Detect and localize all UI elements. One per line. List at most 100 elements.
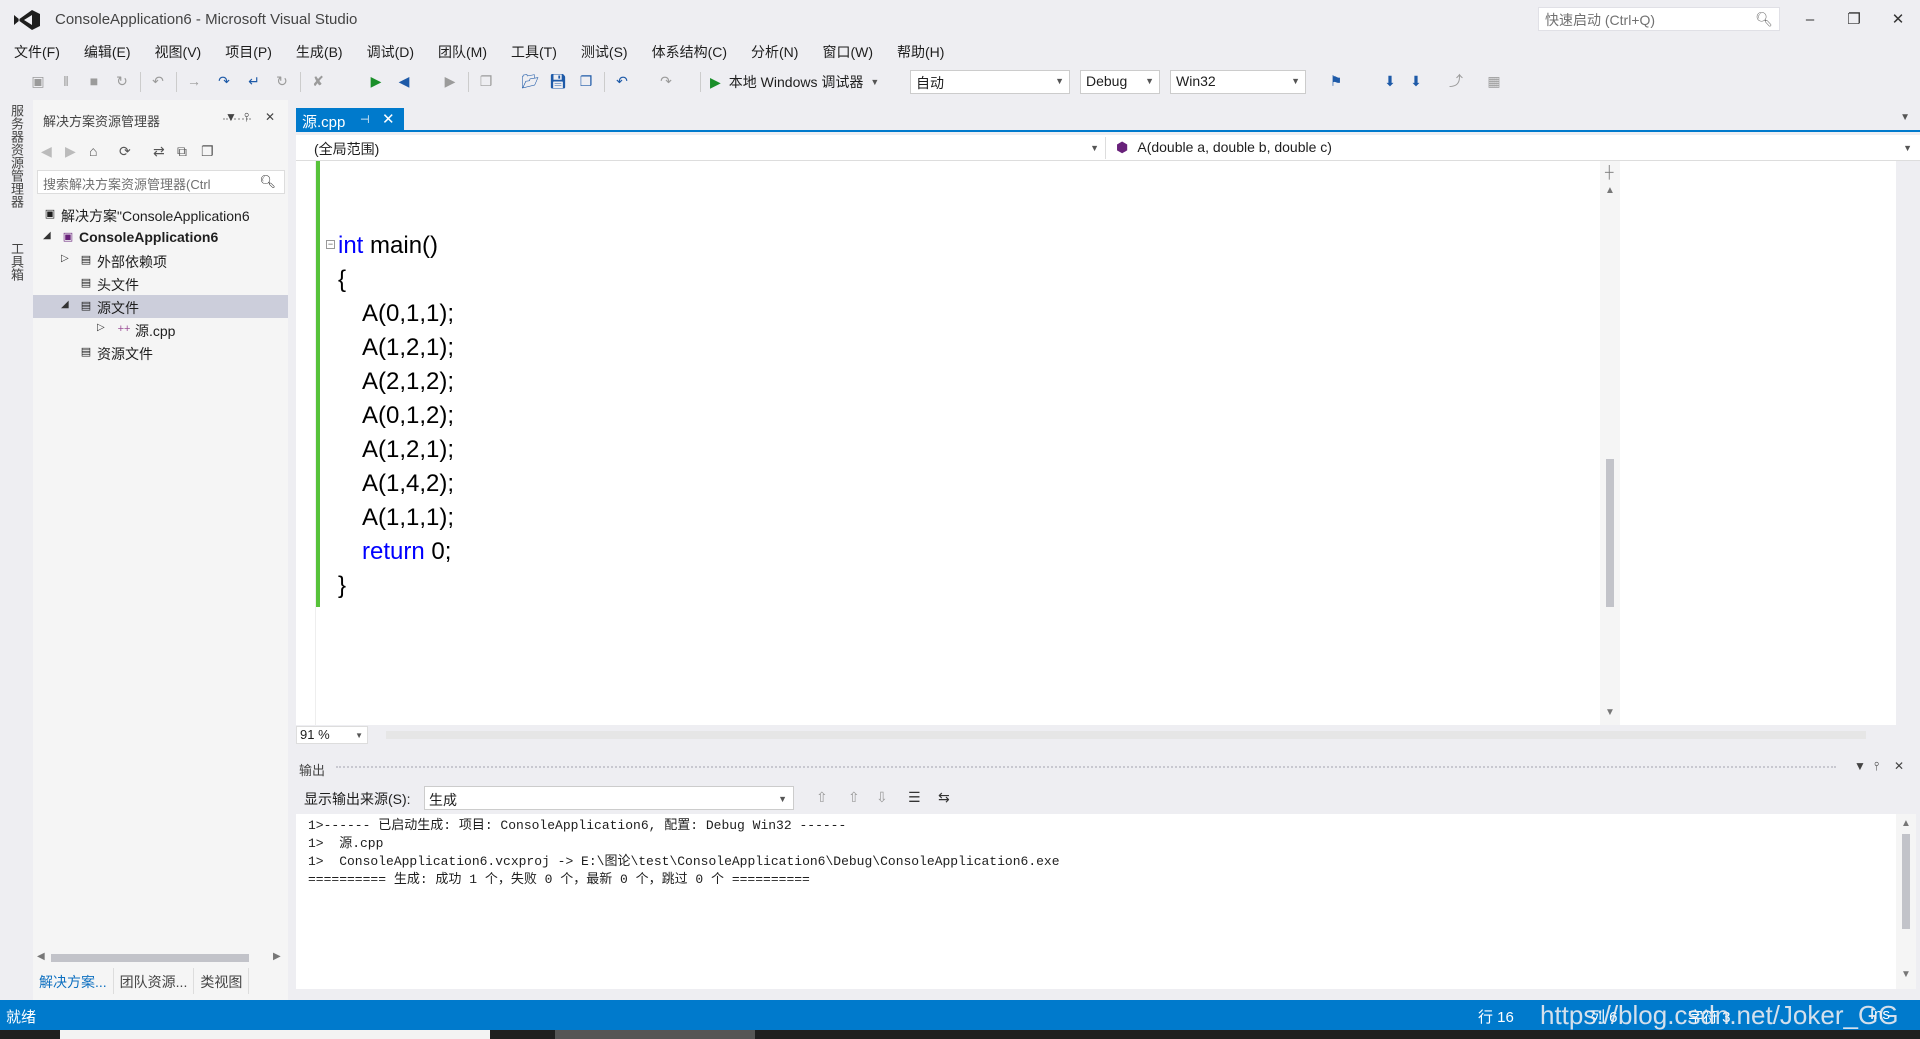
chevron-down-icon[interactable]: ▼ bbox=[225, 110, 237, 124]
clear-all-icon[interactable]: ☰ bbox=[908, 789, 921, 806]
start-debugging-button[interactable]: ▶ 本地 Windows 调试器 ▼ bbox=[710, 71, 879, 93]
tab-server-explorer[interactable]: 服务器资源管理器 bbox=[9, 104, 26, 208]
output-text[interactable]: 1>------ 已启动生成: 项目: ConsoleApplication6,… bbox=[296, 814, 1896, 989]
pin-icon[interactable]: ⫯ bbox=[1874, 759, 1879, 774]
restore-button[interactable]: ❐ bbox=[1832, 0, 1876, 38]
home-icon[interactable]: ⌂ bbox=[89, 143, 97, 159]
restart-icon[interactable]: ↻ bbox=[112, 71, 132, 91]
scroll-down-icon[interactable]: ▼ bbox=[1901, 969, 1911, 980]
tab-overflow-icon[interactable]: ▼ bbox=[1900, 112, 1910, 123]
menu-project[interactable]: 项目(P) bbox=[217, 38, 280, 64]
scroll-thumb[interactable] bbox=[51, 954, 249, 962]
tab-solution-explorer[interactable]: 解决方案... bbox=[33, 968, 114, 994]
scope-select[interactable]: (全局范围) ▼ bbox=[306, 137, 1106, 159]
stop-debugging-icon[interactable]: ■ bbox=[84, 71, 104, 91]
tab-team-explorer[interactable]: 团队资源... bbox=[114, 968, 195, 994]
tab-toolbox[interactable]: 工具箱 bbox=[9, 242, 26, 281]
panel-splitter[interactable] bbox=[288, 100, 296, 1000]
new-project-icon[interactable]: ❐ bbox=[476, 71, 496, 91]
process-icon[interactable]: ▣ bbox=[28, 71, 48, 91]
collapse-all-icon[interactable]: ⧉ bbox=[177, 143, 187, 160]
chevron-down-icon[interactable]: ▼ bbox=[1854, 759, 1866, 773]
open-file-icon[interactable]: 📂︎ bbox=[520, 71, 540, 91]
scroll-right-icon[interactable]: ▶ bbox=[273, 951, 281, 962]
next-message-icon[interactable]: ⇩ bbox=[876, 789, 888, 806]
deploy-icon[interactable]: ⬇ bbox=[1406, 71, 1426, 91]
menu-file[interactable]: 文件(F) bbox=[6, 38, 68, 64]
scroll-left-icon[interactable]: ◀ bbox=[37, 951, 45, 962]
output-vertical-scrollbar[interactable]: ▲ ▼ bbox=[1896, 814, 1916, 989]
menu-help[interactable]: 帮助(H) bbox=[889, 38, 952, 64]
hex-display-icon[interactable]: ✘ bbox=[308, 71, 328, 91]
quick-launch-input[interactable]: 快速启动 (Ctrl+Q) 🔍︎ bbox=[1538, 7, 1780, 31]
minimize-button[interactable]: – bbox=[1788, 0, 1832, 38]
editor-vertical-scrollbar[interactable]: ┼ ▲ ▼ bbox=[1600, 161, 1620, 725]
code-editor[interactable]: − int main() {A(0,1,1); A(1,2,1); A(2,1,2);… bbox=[296, 161, 1896, 725]
pin-icon[interactable]: ⫯ bbox=[244, 110, 249, 125]
redo-step-icon[interactable]: ↻ bbox=[272, 71, 292, 91]
tree-item-source-files[interactable]: ◢ ▤ 源文件 bbox=[33, 295, 288, 318]
previous-message-icon[interactable]: ⇧ bbox=[848, 789, 860, 806]
menu-debug[interactable]: 调试(D) bbox=[359, 38, 422, 64]
tab-source-cpp[interactable]: 源.cpp ⊣ ✕ bbox=[296, 108, 404, 132]
show-all-files-icon[interactable]: ❐ bbox=[201, 143, 214, 160]
step-into-icon[interactable]: → bbox=[184, 71, 204, 91]
save-all-icon[interactable]: ❐ bbox=[576, 71, 596, 91]
tab-class-view[interactable]: 类视图 bbox=[194, 968, 250, 994]
break-all-icon[interactable]: ‖ bbox=[56, 71, 76, 91]
configuration-select[interactable]: Debug ▼ bbox=[1080, 70, 1160, 94]
solution-search-input[interactable]: 搜索解决方案资源管理器(Ctrl 🔍︎ bbox=[37, 170, 285, 194]
platform-select[interactable]: Win32 ▼ bbox=[1170, 70, 1306, 94]
word-wrap-icon[interactable]: ⇆ bbox=[938, 789, 950, 806]
scroll-up-icon[interactable]: ▲ bbox=[1605, 185, 1615, 196]
close-window-button[interactable]: ✕ bbox=[1876, 0, 1920, 38]
tree-item-external-dependencies[interactable]: ▷ ▤ 外部依赖项 bbox=[33, 249, 288, 272]
start-without-debug-icon[interactable]: ▶ bbox=[366, 71, 386, 91]
save-icon[interactable]: 💾︎ bbox=[548, 71, 568, 91]
scroll-thumb[interactable] bbox=[1902, 834, 1910, 929]
navigate-forward-icon[interactable]: ▶ bbox=[440, 71, 460, 91]
menu-build[interactable]: 生成(B) bbox=[288, 38, 351, 64]
output-source-select[interactable]: 生成 ▼ bbox=[424, 786, 794, 810]
step-out-icon[interactable]: ↵ bbox=[244, 71, 264, 91]
comment-icon[interactable]: ⤴ bbox=[1446, 71, 1466, 91]
menu-team[interactable]: 团队(M) bbox=[430, 38, 495, 64]
menu-test[interactable]: 测试(S) bbox=[573, 38, 636, 64]
menu-tools[interactable]: 工具(T) bbox=[503, 38, 565, 64]
horizontal-scrollbar[interactable]: ◀ ▶ bbox=[33, 950, 288, 966]
tree-item-source-cpp[interactable]: ▷ ++ 源.cpp bbox=[33, 318, 288, 341]
zoom-select[interactable]: 91 % ▼ bbox=[296, 726, 368, 744]
menu-analyze[interactable]: 分析(N) bbox=[743, 38, 806, 64]
undo-icon[interactable]: ↶ bbox=[612, 71, 632, 91]
refresh-icon[interactable]: ⇄ bbox=[153, 143, 165, 160]
close-tab-icon[interactable]: ✕ bbox=[382, 110, 395, 128]
pin-icon[interactable]: ⊣ bbox=[360, 113, 370, 126]
menu-view[interactable]: 视图(V) bbox=[147, 38, 210, 64]
tree-item-resource-files[interactable]: ▤ 资源文件 bbox=[33, 341, 288, 364]
find-in-files-icon[interactable]: ⚑ bbox=[1326, 71, 1346, 91]
scroll-down-icon[interactable]: ▼ bbox=[1605, 707, 1615, 718]
scroll-thumb[interactable] bbox=[1606, 459, 1614, 607]
redo-icon[interactable]: ↷ bbox=[656, 71, 676, 91]
show-next-statement-icon[interactable]: ↶ bbox=[148, 71, 168, 91]
split-icon[interactable]: ┼ bbox=[1605, 165, 1614, 179]
menu-window[interactable]: 窗口(W) bbox=[814, 38, 881, 64]
tree-item-header-files[interactable]: ▤ 头文件 bbox=[33, 272, 288, 295]
navigate-back-icon[interactable]: ◀ bbox=[394, 71, 414, 91]
sync-icon[interactable]: ⟳ bbox=[119, 143, 131, 160]
member-select[interactable]: ⬢ A(double a, double b, double c) ▼ bbox=[1108, 137, 1918, 159]
publish-icon[interactable]: ⬇ bbox=[1380, 71, 1400, 91]
find-message-icon[interactable]: ⇧ bbox=[816, 789, 828, 806]
scroll-up-icon[interactable]: ▲ bbox=[1901, 818, 1911, 829]
close-icon[interactable]: ✕ bbox=[1894, 759, 1904, 773]
step-over-icon[interactable]: ↷ bbox=[214, 71, 234, 91]
tree-item-project[interactable]: ◢ ▣ ConsoleApplication6 bbox=[33, 226, 288, 249]
run-mode-select[interactable]: 自动 ▼ bbox=[910, 70, 1070, 94]
back-icon[interactable]: ◀ bbox=[41, 143, 52, 160]
layout-icon[interactable]: ▦ bbox=[1484, 71, 1504, 91]
collapse-icon[interactable]: − bbox=[326, 240, 335, 249]
horizontal-scrollbar[interactable] bbox=[386, 731, 1866, 739]
menu-edit[interactable]: 编辑(E) bbox=[76, 38, 139, 64]
tree-item-solution[interactable]: ▣ 解决方案"ConsoleApplication6 bbox=[33, 203, 288, 226]
forward-icon[interactable]: ▶ bbox=[65, 143, 76, 160]
